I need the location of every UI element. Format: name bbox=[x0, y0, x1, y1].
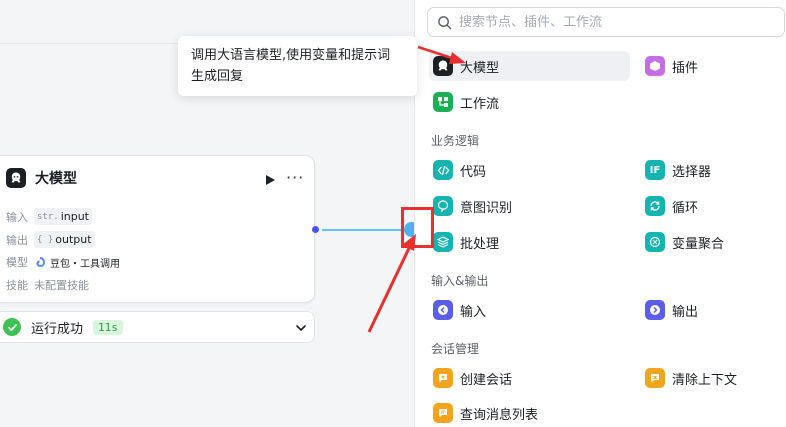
llm-node-card[interactable]: 大模型 ··· 输入 str. input 输出 { } output 模型 豆… bbox=[0, 155, 315, 303]
plugin-icon bbox=[645, 56, 665, 76]
input-label: 输入 bbox=[6, 210, 28, 224]
search-input[interactable] bbox=[459, 14, 759, 30]
panel-item-label: 代码 bbox=[460, 164, 487, 180]
code-icon bbox=[433, 160, 453, 180]
panel-item-label: 变量聚合 bbox=[672, 236, 725, 252]
panel-item-label: 插件 bbox=[672, 60, 699, 76]
panel-item-input[interactable]: 输入 bbox=[429, 295, 630, 325]
query-messages-icon bbox=[433, 403, 453, 423]
create-conversation-icon bbox=[433, 368, 453, 388]
search-icon bbox=[438, 15, 452, 29]
panel-item-llm[interactable]: 大模型 bbox=[429, 51, 630, 81]
chevron-down-icon[interactable] bbox=[295, 322, 307, 334]
panel-item-label: 查询消息列表 bbox=[460, 407, 539, 423]
input-param-tag: str. input bbox=[34, 208, 92, 225]
doubao-model-icon bbox=[36, 257, 45, 267]
panel-item-label: 输入 bbox=[460, 304, 487, 320]
panel-item-create-conversation[interactable]: 创建会话 bbox=[429, 363, 630, 393]
search-box[interactable] bbox=[427, 7, 785, 37]
run-duration-badge: 11s bbox=[93, 319, 123, 335]
node-header: 大模型 bbox=[6, 168, 77, 188]
panel-item-label: 批处理 bbox=[460, 236, 500, 252]
run-status-bar[interactable]: 运行成功 11s bbox=[0, 311, 315, 343]
tooltip-line-2: 生成回复 bbox=[191, 69, 244, 84]
section-title-conversation: 会话管理 bbox=[431, 342, 480, 356]
panel-item-clear-context[interactable]: 清除上下文 bbox=[641, 363, 781, 393]
object-type-icon: { } bbox=[37, 234, 54, 245]
panel-item-label: 工作流 bbox=[460, 96, 500, 112]
section-title-business-logic: 业务逻辑 bbox=[431, 134, 480, 148]
panel-item-batch[interactable]: 批处理 bbox=[429, 227, 630, 257]
workflow-icon bbox=[433, 92, 453, 112]
llm-icon bbox=[6, 168, 26, 188]
panel-item-selector[interactable]: IF 选择器 bbox=[641, 155, 781, 185]
node-description-tooltip: 调用大语言模型,使用变量和提示词 生成回复 bbox=[178, 36, 417, 96]
input-param-name: input bbox=[60, 210, 89, 223]
node-output-row: 输出 { } output bbox=[6, 231, 95, 248]
node-title: 大模型 bbox=[35, 171, 77, 187]
panel-item-label: 循环 bbox=[672, 200, 699, 216]
panel-item-label: 清除上下文 bbox=[672, 372, 738, 388]
annotation-highlight-box bbox=[401, 207, 434, 248]
panel-item-label: 大模型 bbox=[460, 60, 500, 76]
panel-item-loop[interactable]: 循环 bbox=[641, 191, 781, 221]
output-icon bbox=[645, 300, 665, 320]
panel-item-variable-merge[interactable]: 变量聚合 bbox=[641, 227, 781, 257]
panel-item-label: 选择器 bbox=[672, 164, 712, 180]
model-label: 模型 bbox=[6, 256, 28, 269]
skill-value: 未配置技能 bbox=[34, 279, 89, 292]
node-skill-row: 技能 未配置技能 bbox=[6, 277, 89, 293]
run-status-text: 运行成功 bbox=[31, 321, 84, 337]
clear-context-icon bbox=[645, 368, 665, 388]
success-check-icon bbox=[3, 318, 21, 336]
panel-item-intent[interactable]: 意图识别 bbox=[429, 191, 630, 221]
node-input-row: 输入 str. input bbox=[6, 208, 92, 225]
panel-item-query-messages[interactable]: 查询消息列表 bbox=[429, 398, 630, 427]
panel-item-output[interactable]: 输出 bbox=[641, 295, 781, 325]
skill-label: 技能 bbox=[6, 279, 28, 292]
panel-item-label: 创建会话 bbox=[460, 372, 513, 388]
panel-item-plugin[interactable]: 插件 bbox=[641, 51, 781, 81]
panel-item-code[interactable]: 代码 bbox=[429, 155, 630, 185]
more-options-button[interactable]: ··· bbox=[286, 170, 304, 186]
panel-item-workflow[interactable]: 工作流 bbox=[429, 87, 630, 117]
if-icon: IF bbox=[645, 160, 665, 180]
panel-item-label: 意图识别 bbox=[460, 200, 513, 216]
node-model-row: 模型 豆包・工具调用 bbox=[6, 254, 120, 270]
loop-icon bbox=[645, 196, 665, 216]
intent-icon bbox=[433, 196, 453, 216]
output-label: 输出 bbox=[6, 233, 28, 247]
node-output-port[interactable] bbox=[312, 226, 319, 233]
llm-icon bbox=[433, 56, 453, 76]
output-param-name: output bbox=[55, 233, 92, 246]
run-node-button[interactable] bbox=[264, 174, 276, 186]
section-title-io: 输入&输出 bbox=[431, 274, 489, 288]
batch-icon bbox=[433, 232, 453, 252]
panel-item-label: 输出 bbox=[672, 304, 699, 320]
model-name: 豆包・工具调用 bbox=[50, 258, 120, 270]
input-icon bbox=[433, 300, 453, 320]
variable-merge-icon bbox=[645, 232, 665, 252]
connection-line bbox=[322, 229, 408, 231]
tooltip-line-1: 调用大语言模型,使用变量和提示词 bbox=[191, 48, 391, 63]
output-param-tag: { } output bbox=[34, 231, 95, 248]
string-type-icon: str. bbox=[37, 211, 59, 222]
node-picker-panel: 大模型 插件 工作流 业务逻辑 代码 IF 选择器 意图识别 循环 bbox=[414, 0, 786, 427]
